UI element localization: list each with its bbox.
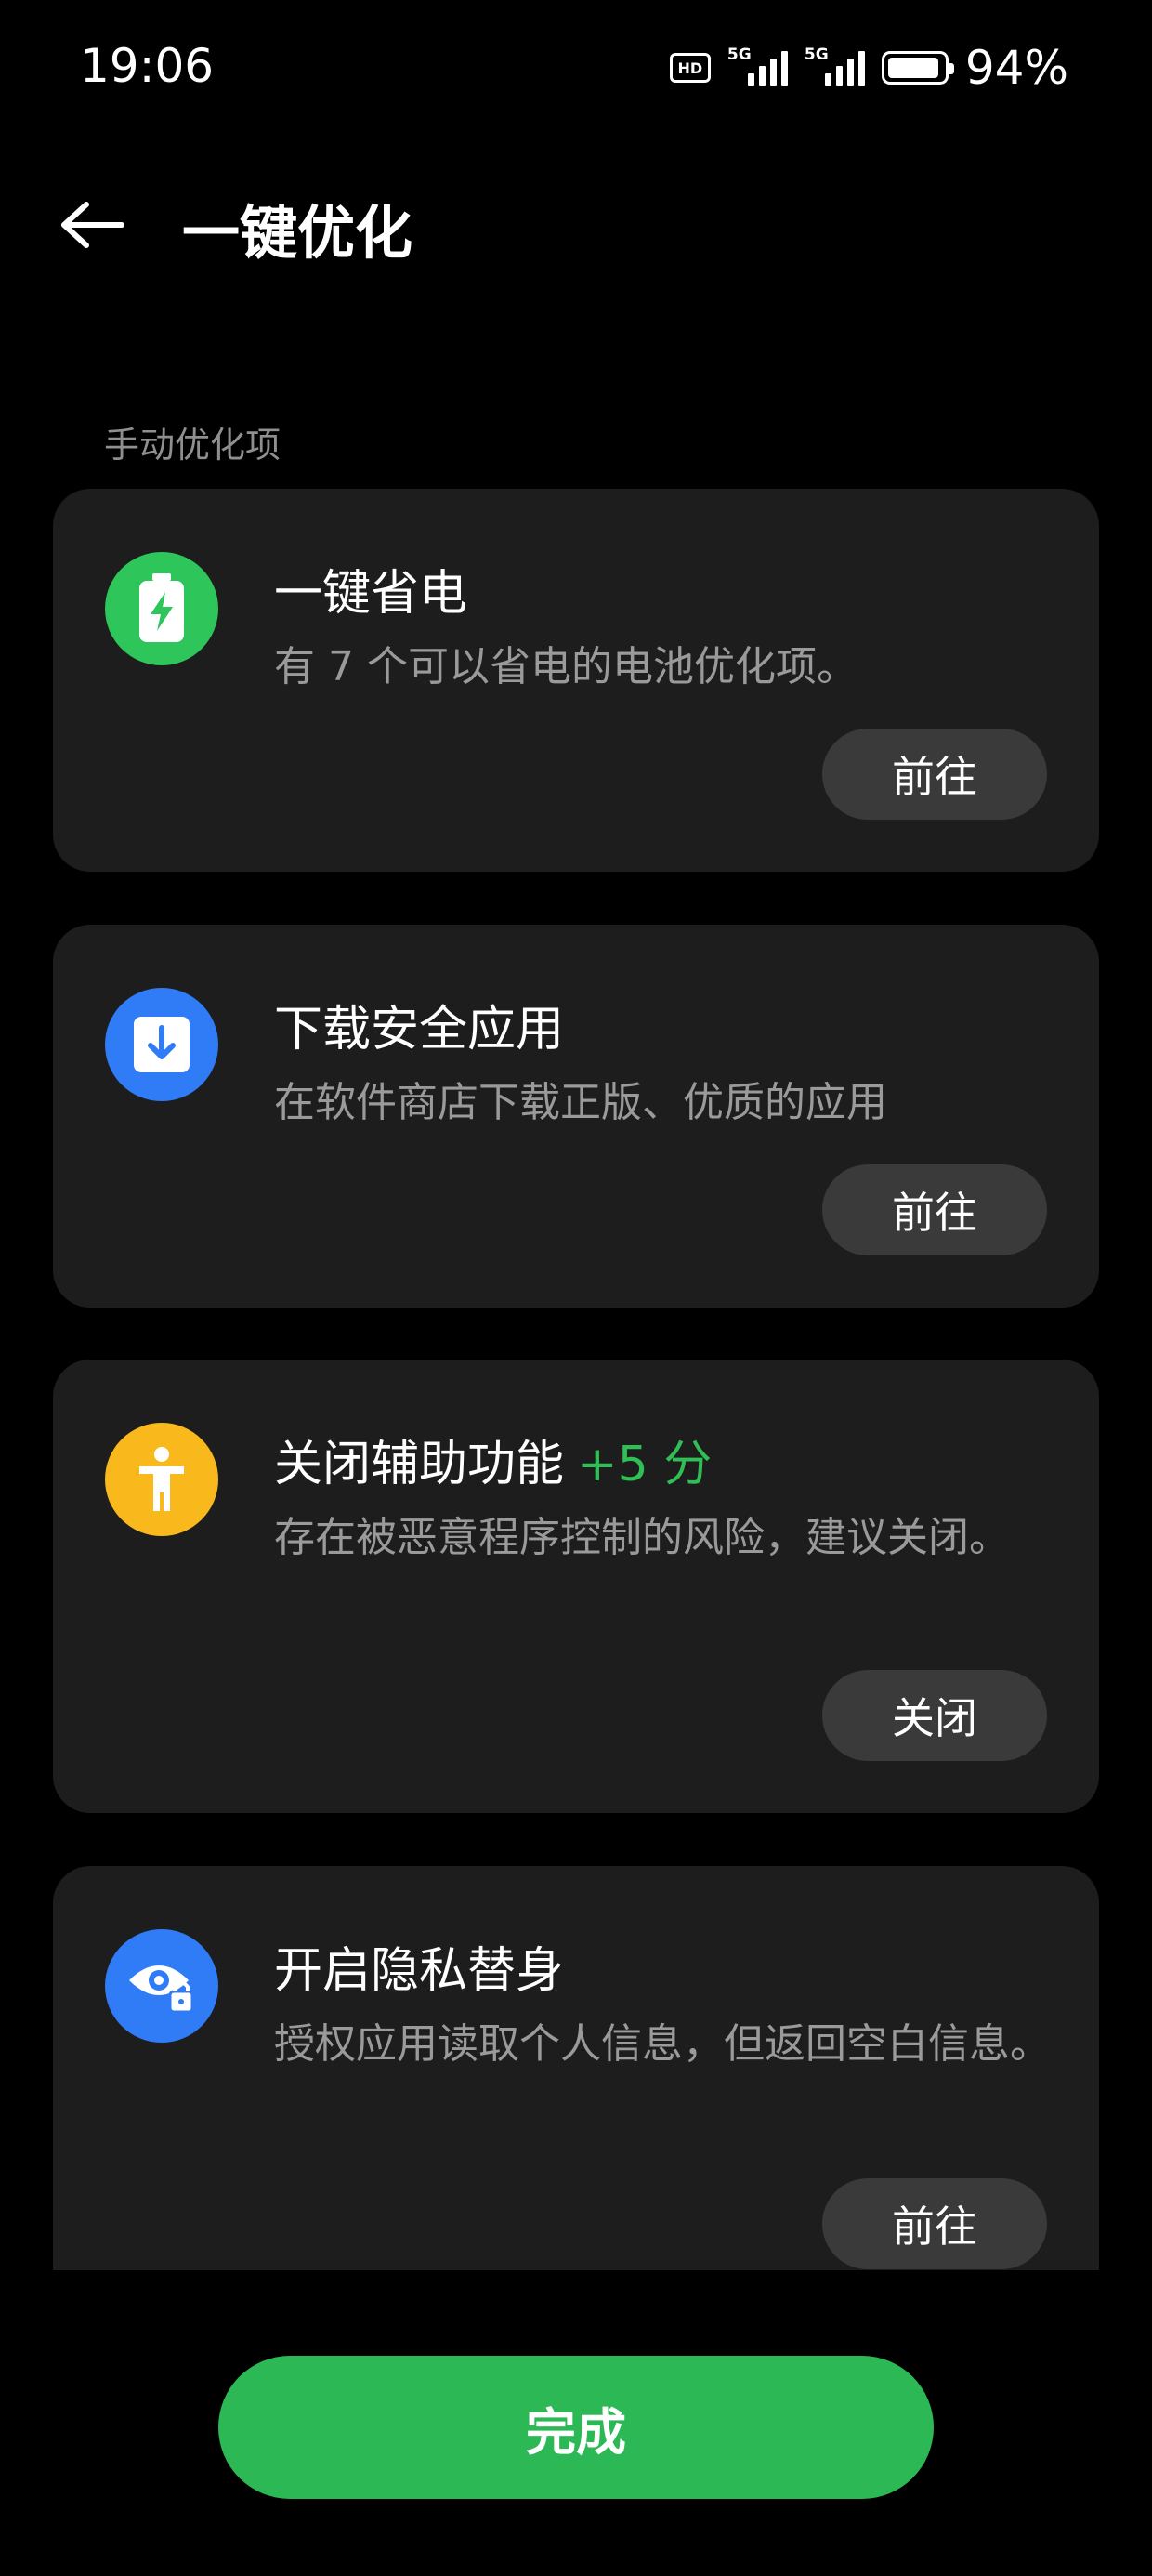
go-button[interactable]: 前往 [822,1164,1047,1255]
battery-charging-icon [105,552,218,665]
optimization-card-privacy-substitute: 开启隐私替身 授权应用读取个人信息，但返回空白信息。 前往 [53,1866,1099,2270]
card-description: 有 7 个可以省电的电池优化项。 [274,643,857,690]
close-button[interactable]: 关闭 [822,1670,1047,1761]
battery-icon [881,51,954,85]
network-type-label: 5G [727,46,752,64]
go-button[interactable]: 前往 [822,729,1047,820]
arrow-left-icon [61,202,124,248]
back-button[interactable] [56,195,130,255]
done-button[interactable]: 完成 [218,2356,934,2499]
optimization-card-power-saving: 一键省电 有 7 个可以省电的电池优化项。 前往 [53,489,1099,872]
status-bar: 19:06 HD 5G 5G 94% [0,0,1152,139]
page-title: 一键优化 [182,199,413,267]
card-description: 存在被恶意程序控制的风险，建议关闭。 [274,1514,1010,1561]
go-button[interactable]: 前往 [822,2178,1047,2269]
card-description: 授权应用读取个人信息，但返回空白信息。 [274,2020,1051,2068]
optimization-card-download-safe-apps: 下载安全应用 在软件商店下载正版、优质的应用 前往 [53,925,1099,1308]
accessibility-icon [105,1423,218,1536]
signal-icon-2: 5G [804,46,865,86]
app-header: 一键优化 [0,167,1152,279]
signal-icon-1: 5G [727,46,788,86]
card-title: 一键省电 [274,566,468,622]
status-time: 19:06 [80,39,215,93]
network-type-label: 5G [804,46,829,64]
section-label: 手动优化项 [104,425,281,466]
download-icon [105,988,218,1101]
score-badge: +5 分 [577,1437,713,1492]
status-icons: HD 5G 5G 94% [669,41,1068,95]
battery-percentage: 94% [964,41,1068,95]
card-title: 关闭辅助功能 +5 分 [274,1437,713,1492]
hd-voice-icon: HD [669,53,711,83]
optimization-card-accessibility: 关闭辅助功能 +5 分 存在被恶意程序控制的风险，建议关闭。 关闭 [53,1360,1099,1813]
battery-level-fill [887,58,939,78]
card-title: 开启隐私替身 [274,1943,565,1999]
privacy-eye-lock-icon [105,1929,218,2043]
card-title: 下载安全应用 [274,1002,565,1058]
card-description: 在软件商店下载正版、优质的应用 [274,1079,887,1126]
